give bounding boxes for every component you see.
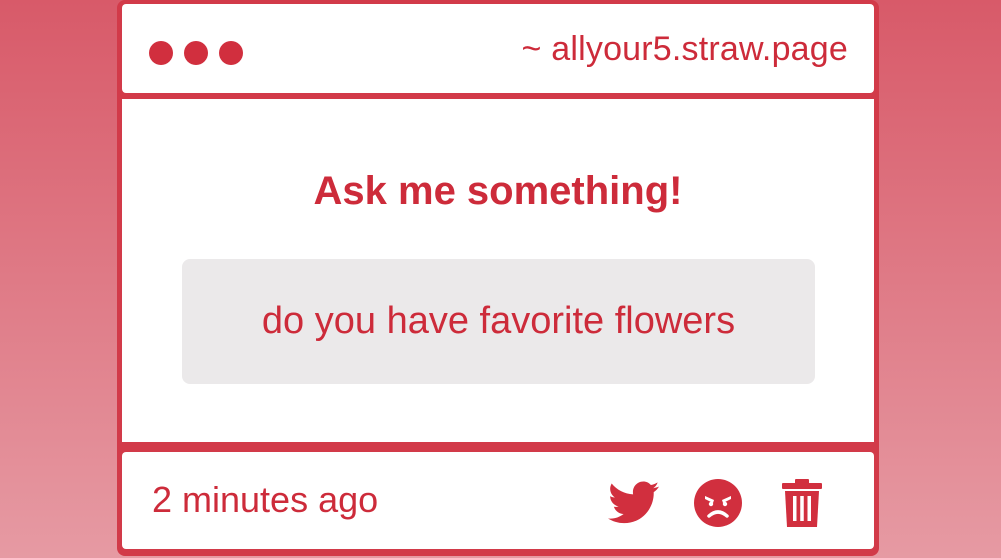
window-dot xyxy=(219,41,243,65)
page-title: Ask me something! xyxy=(313,169,683,213)
window-dot xyxy=(149,41,173,65)
block-button[interactable] xyxy=(692,478,744,528)
trash-icon xyxy=(782,479,822,527)
action-bar xyxy=(608,478,828,528)
window-dot xyxy=(184,41,208,65)
card-footer: 2 minutes ago xyxy=(122,452,874,549)
delete-button[interactable] xyxy=(776,478,828,528)
angry-face-icon xyxy=(694,479,742,527)
twitter-share-button[interactable] xyxy=(608,478,660,528)
timestamp: 2 minutes ago xyxy=(152,479,379,520)
window-controls xyxy=(149,41,243,65)
page-url[interactable]: ~ allyour5.straw.page xyxy=(522,30,848,69)
question-text: do you have favorite flowers xyxy=(261,300,736,342)
question-card: ~ allyour5.straw.page Ask me something! … xyxy=(117,0,879,556)
question-panel: Ask me something! do you have favorite f… xyxy=(122,99,874,442)
question-box: do you have favorite flowers xyxy=(182,259,815,384)
window-title-bar: ~ allyour5.straw.page xyxy=(122,4,874,93)
twitter-icon xyxy=(608,481,660,524)
